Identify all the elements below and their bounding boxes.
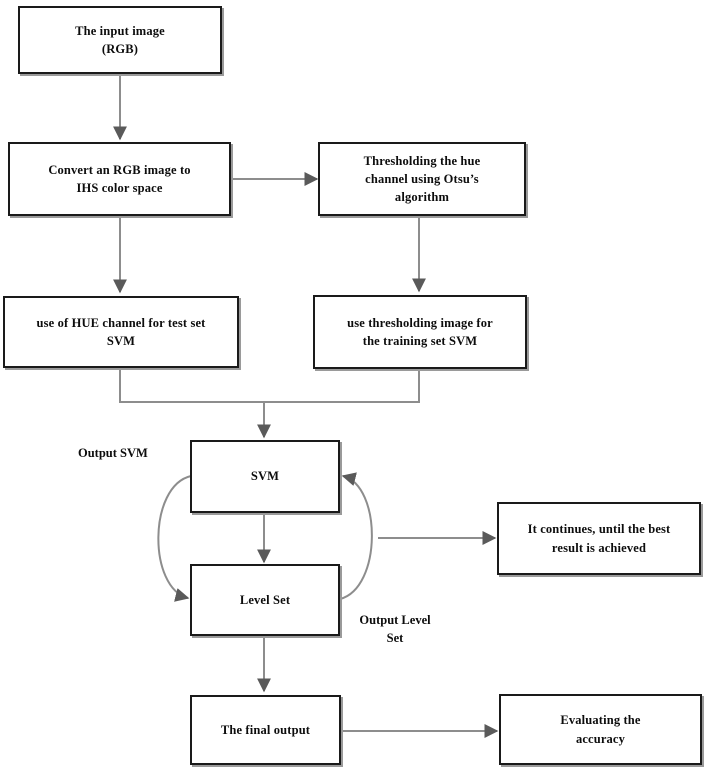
node-level-set[interactable]: Level Set	[190, 564, 340, 636]
node-it-continues-label: It continues, until the best result is a…	[527, 522, 671, 555]
node-thresholding-training-set[interactable]: use thresholding image for the training …	[313, 295, 527, 369]
node-thresholding-hue-otsu[interactable]: Thresholding the hue channel using Otsu’…	[318, 142, 526, 216]
node-it-continues[interactable]: It continues, until the best result is a…	[497, 502, 701, 575]
edge-loop-levelset-to-svm	[339, 472, 373, 600]
node-final-output[interactable]: The final output	[190, 695, 341, 765]
edge-training-to-merge	[264, 369, 420, 403]
edge-loop-svm-to-levelset	[157, 475, 192, 602]
node-svm-label: SVM	[250, 469, 280, 484]
node-hue-channel-test-set-label: use of HUE channel for test set SVM	[36, 315, 206, 348]
edge-huetest-to-merge	[119, 368, 264, 403]
node-hue-channel-test-set[interactable]: use of HUE channel for test set SVM	[3, 296, 239, 368]
flowchart-canvas: The input image (RGB) Convert an RGB ima…	[0, 0, 710, 767]
node-svm[interactable]: SVM	[190, 440, 340, 513]
node-convert-rgb-to-ihs-label: Convert an RGB image to IHS color space	[48, 162, 191, 195]
node-level-set-label: Level Set	[239, 592, 291, 607]
node-input-image-label: The input image (RGB)	[75, 23, 165, 56]
edge-label-output-level-set: Output Level Set	[359, 613, 431, 645]
node-thresholding-training-set-label: use thresholding image for the training …	[347, 315, 493, 348]
node-convert-rgb-to-ihs[interactable]: Convert an RGB image to IHS color space	[8, 142, 231, 216]
node-evaluating-accuracy-label: Evaluating the accuracy	[560, 713, 641, 746]
flowchart-connectors	[113, 74, 499, 738]
edge-label-output-svm: Output SVM	[78, 446, 148, 460]
node-evaluating-accuracy[interactable]: Evaluating the accuracy	[499, 694, 702, 765]
node-thresholding-hue-otsu-label: Thresholding the hue channel using Otsu’…	[363, 153, 481, 205]
node-final-output-label: The final output	[220, 722, 311, 737]
node-input-image[interactable]: The input image (RGB)	[18, 6, 222, 74]
